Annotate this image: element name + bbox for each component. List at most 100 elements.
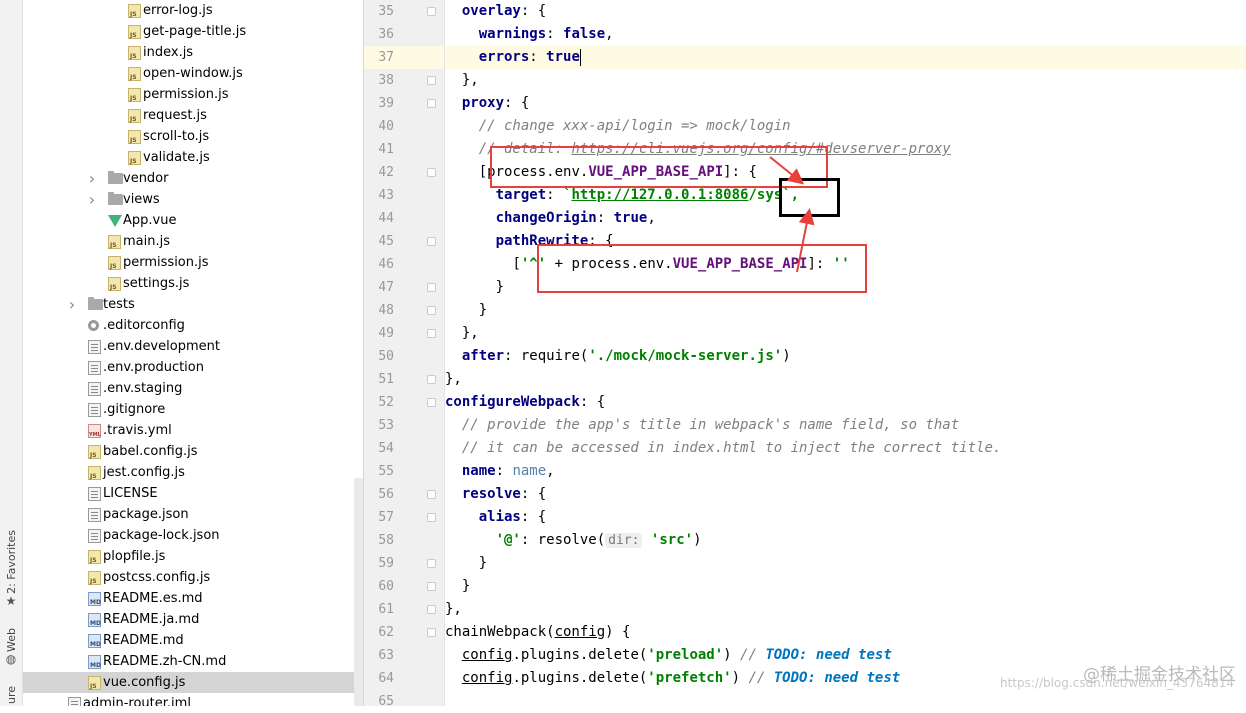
code-comment: // it can be accessed in index.html to i… — [461, 440, 1002, 456]
tree-item[interactable]: MD README.es.md — [23, 588, 363, 609]
fold-marker-icon[interactable] — [427, 582, 436, 591]
md-file-icon: MD — [88, 655, 101, 669]
line-number: 47 — [378, 280, 394, 295]
fold-marker-icon[interactable] — [427, 76, 436, 85]
fold-marker-icon[interactable] — [427, 99, 436, 108]
fold-marker-icon[interactable] — [427, 605, 436, 614]
tree-item[interactable]: JS scroll-to.js — [23, 126, 363, 147]
tree-item[interactable]: JS validate.js — [23, 147, 363, 168]
fold-marker-icon[interactable] — [427, 168, 436, 177]
js-file-icon: JS — [108, 235, 121, 249]
tree-item[interactable]: LICENSE — [23, 483, 363, 504]
line-number: 45 — [378, 234, 394, 249]
fold-marker-icon[interactable] — [427, 306, 436, 315]
js-file-icon: JS — [128, 130, 141, 144]
tree-item[interactable]: .editorconfig — [23, 315, 363, 336]
fold-marker-icon[interactable] — [427, 375, 436, 384]
tree-item[interactable]: JS index.js — [23, 42, 363, 63]
chevron-right-icon[interactable]: › — [66, 294, 78, 315]
tree-item[interactable]: .env.development — [23, 336, 363, 357]
js-file-icon: JS — [108, 277, 121, 291]
tree-item[interactable]: JS open-window.js — [23, 63, 363, 84]
code-punct: : — [504, 348, 521, 364]
fold-marker-icon[interactable] — [427, 490, 436, 499]
line-number: 41 — [378, 142, 394, 157]
code-punct: [ — [512, 256, 521, 272]
tree-item[interactable]: MD README.zh-CN.md — [23, 651, 363, 672]
code-punct: ) — [731, 670, 741, 686]
web-tab-label: Web — [4, 628, 18, 652]
js-file-icon: JS — [88, 445, 101, 459]
text-file-icon — [88, 382, 101, 396]
fold-marker-icon[interactable] — [427, 559, 436, 568]
tree-item[interactable]: JS plopfile.js — [23, 546, 363, 567]
chevron-right-icon[interactable]: › — [86, 168, 98, 189]
line-number: 65 — [378, 694, 394, 709]
code-line-44: changeOrigin: true, — [445, 207, 1246, 230]
text-cursor — [579, 48, 581, 66]
tree-item[interactable]: › vendor — [23, 168, 363, 189]
structure-tab[interactable]: ure — [3, 686, 19, 704]
code-line-54: // it can be accessed in index.html to i… — [445, 437, 1246, 460]
line-number: 59 — [378, 556, 394, 571]
code-comment: // change xxx-api/login => mock/login — [478, 118, 791, 134]
tree-item[interactable]: JS main.js — [23, 231, 363, 252]
tree-item[interactable]: YML .travis.yml — [23, 420, 363, 441]
tree-item[interactable]: JS permission.js — [23, 252, 363, 273]
code-editor[interactable]: overlay: { warnings: false, errors: true… — [445, 0, 1246, 706]
fold-marker-icon[interactable] — [427, 513, 436, 522]
fold-marker-icon[interactable] — [427, 237, 436, 246]
line-number: 61 — [378, 602, 394, 617]
folder-icon — [108, 192, 123, 205]
tree-item-label: validate.js — [143, 150, 210, 165]
tree-item[interactable]: › tests — [23, 294, 363, 315]
tree-item[interactable]: JS settings.js — [23, 273, 363, 294]
tree-item-label: open-window.js — [143, 66, 243, 81]
fold-marker-icon[interactable] — [427, 628, 436, 637]
tree-item[interactable]: JS babel.config.js — [23, 441, 363, 462]
tree-item[interactable]: package.json — [23, 504, 363, 525]
code-punct: : — [529, 49, 547, 65]
fold-marker-icon[interactable] — [427, 283, 436, 292]
web-tab[interactable]: Web ◍ — [3, 628, 19, 666]
tree-item[interactable]: JS get-page-title.js — [23, 21, 363, 42]
tree-item[interactable]: App.vue — [23, 210, 363, 231]
code-function: resolve( — [537, 532, 606, 548]
fold-marker-icon[interactable] — [427, 7, 436, 16]
code-punct: ) { — [605, 624, 631, 640]
tree-item-label: permission.js — [123, 255, 209, 270]
favorites-tab[interactable]: 2: Favorites ★ — [3, 530, 19, 608]
tree-item[interactable]: .env.staging — [23, 378, 363, 399]
tree-item[interactable]: MD README.md — [23, 630, 363, 651]
tree-item[interactable]: › views — [23, 189, 363, 210]
code-string-url[interactable]: http://127.0.0.1:8086 — [571, 187, 748, 203]
tree-item[interactable]: JS request.js — [23, 105, 363, 126]
code-todo: TODO: need test — [765, 647, 892, 663]
code-line-57: alias: { — [445, 506, 1246, 529]
tree-item[interactable]: JS vue.config.js — [23, 672, 363, 693]
fold-marker-icon[interactable] — [427, 398, 436, 407]
code-punct: : { — [520, 486, 547, 502]
tree-item[interactable]: .env.production — [23, 357, 363, 378]
tree-item[interactable]: JS error-log.js — [23, 0, 363, 21]
tree-item-label: README.es.md — [103, 591, 203, 606]
fold-marker-icon[interactable] — [427, 329, 436, 338]
code-line-35: overlay: { — [445, 0, 1246, 23]
line-number: 63 — [378, 648, 394, 663]
code-line-50: after: require('./mock/mock-server.js') — [445, 345, 1246, 368]
tree-scrollbar[interactable] — [354, 478, 363, 706]
code-punct: , — [647, 210, 656, 226]
tree-item[interactable]: JS permission.js — [23, 84, 363, 105]
structure-tab-label: ure — [4, 686, 18, 705]
code-punct: : — [520, 532, 538, 548]
tree-item[interactable]: JS jest.config.js — [23, 462, 363, 483]
code-call: .plugins.delete( — [512, 670, 648, 686]
tree-item[interactable]: package-lock.json — [23, 525, 363, 546]
chevron-right-icon[interactable]: › — [86, 189, 98, 210]
tree-item[interactable]: admin-router.iml — [23, 693, 363, 706]
tree-item[interactable]: .gitignore — [23, 399, 363, 420]
tree-item-label: tests — [103, 297, 135, 312]
tree-item[interactable]: JS postcss.config.js — [23, 567, 363, 588]
line-number: 53 — [378, 418, 394, 433]
tree-item[interactable]: MD README.ja.md — [23, 609, 363, 630]
